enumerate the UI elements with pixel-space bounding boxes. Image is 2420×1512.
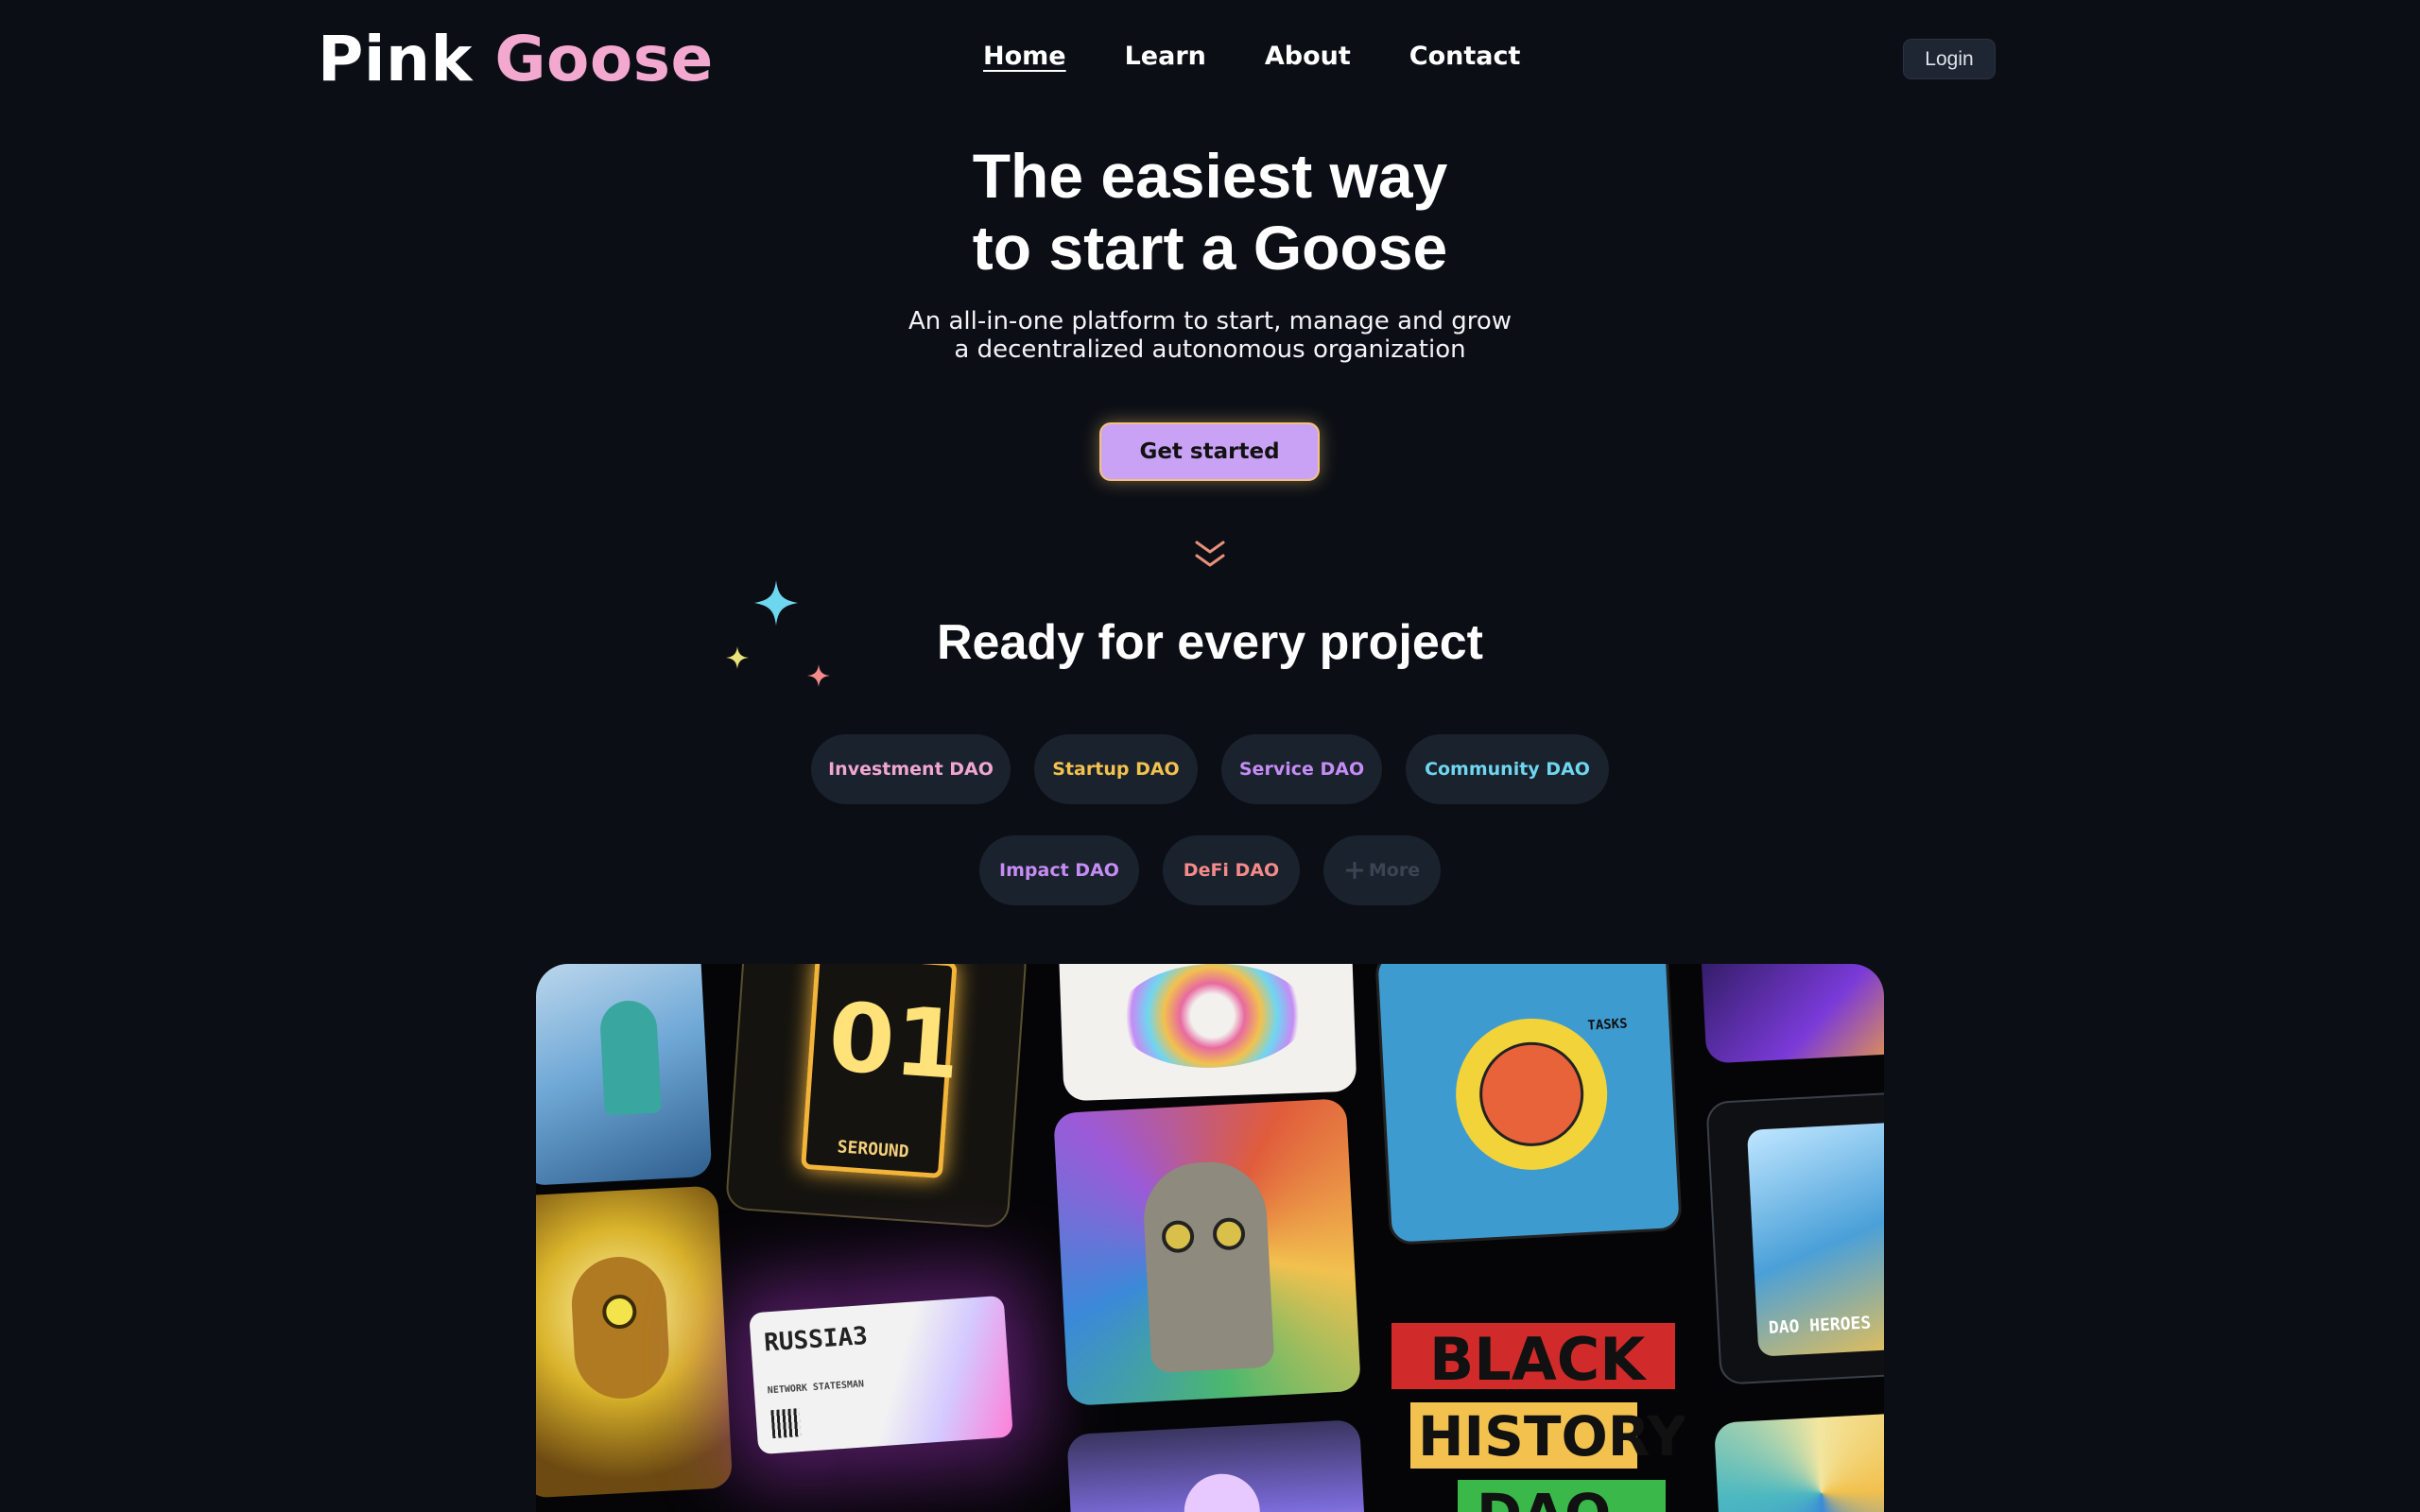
site-header: Pink Goose Home Learn About Contact Logi… [0, 0, 2420, 118]
nav-contact[interactable]: Contact [1409, 42, 1521, 71]
nft-card-coin-sun-tag: TASKS [1587, 1016, 1628, 1034]
nft-card-russia3-sub: NETWORK STATESMAN [767, 1379, 865, 1397]
nft-card-01: 01 SEROUND [724, 964, 1028, 1229]
pill-impact-dao[interactable]: Impact DAO [979, 835, 1139, 905]
nav-about[interactable]: About [1265, 42, 1351, 71]
nft-card-golden-goat [536, 1185, 734, 1499]
brand-first: Pink [318, 23, 473, 95]
brand-second: Goose [494, 23, 714, 95]
hero-subtitle: An all-in-one platform to start, manage … [0, 307, 2420, 364]
hero-subtitle-line-1: An all-in-one platform to start, manage … [908, 307, 1512, 335]
brand-logo[interactable]: Pink Goose [318, 23, 714, 95]
hero-title-line-1: The easiest way [972, 141, 1448, 211]
hero-title-line-2: to start a Goose [972, 213, 1448, 283]
nft-card-black-history-line1: BLACK [1429, 1325, 1646, 1394]
hero-subtitle-line-2: a decentralized autonomous organization [954, 335, 1466, 364]
section-title: Ready for every project [936, 615, 1484, 670]
plus-icon [1345, 862, 1363, 879]
pill-service-dao[interactable]: Service DAO [1221, 734, 1382, 804]
nav-home[interactable]: Home [983, 42, 1066, 71]
pill-startup-dao[interactable]: Startup DAO [1034, 734, 1198, 804]
nft-card-black-history-line3: DAO [1477, 1482, 1611, 1512]
nft-card-dao-heroes: DAO HEROES [1705, 1091, 1884, 1385]
nft-card-black-history-line2: HISTORY [1418, 1404, 1685, 1469]
nav-learn[interactable]: Learn [1125, 42, 1206, 71]
nft-card-russia3: RUSSIA3 NETWORK STATESMAN [749, 1295, 1013, 1455]
pill-more-label: More [1368, 860, 1421, 881]
nft-card-abstract-paint [1713, 1412, 1884, 1512]
nft-card-robot [536, 964, 713, 1187]
nft-card-seround-small [1700, 964, 1884, 1064]
nft-gallery: 01 SEROUND RUSSIA3 NETWORK STATESMAN TAS… [536, 964, 1884, 1512]
nft-card-01-number: 01 [824, 981, 964, 1101]
hero-title: The easiest way to start a Goose [0, 140, 2420, 284]
nft-card-planet [1066, 1418, 1367, 1512]
main-nav: Home Learn About Contact [983, 42, 1520, 71]
nft-card-black-history-dao: BLACK HISTORY DAO [1382, 1304, 1685, 1512]
login-button[interactable]: Login [1903, 39, 1996, 79]
nft-card-coin-sun: TASKS [1374, 964, 1683, 1246]
pill-more[interactable]: More [1323, 835, 1441, 905]
pill-defi-dao[interactable]: DeFi DAO [1163, 835, 1300, 905]
nft-card-mandala [1057, 964, 1357, 1102]
chevron-double-down-icon[interactable] [1193, 539, 1227, 571]
pill-investment-dao[interactable]: Investment DAO [811, 734, 1011, 804]
nft-card-psychedelic-goat [1053, 1098, 1361, 1406]
get-started-button[interactable]: Get started [1099, 422, 1320, 481]
nft-card-russia3-title: RUSSIA3 [763, 1321, 869, 1358]
pill-community-dao[interactable]: Community DAO [1406, 734, 1609, 804]
